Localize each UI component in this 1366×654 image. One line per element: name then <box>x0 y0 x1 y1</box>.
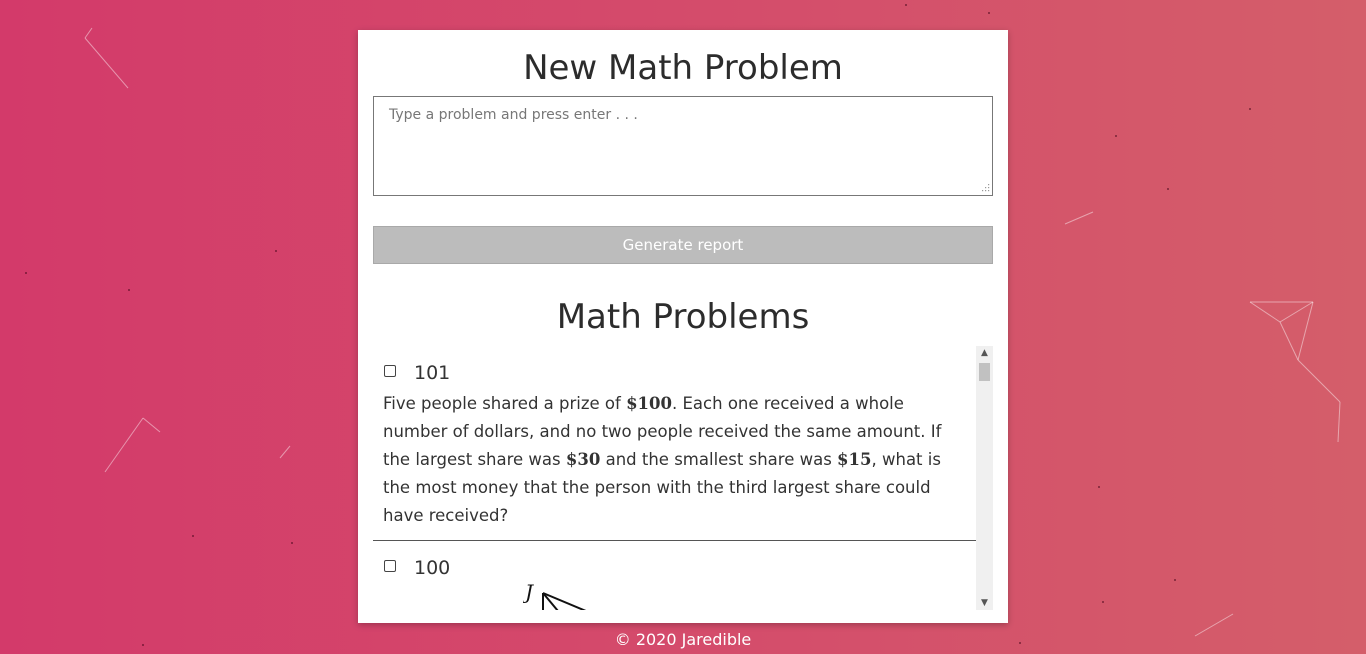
problem-list[interactable]: 101 Five people shared a prize of $100. … <box>373 346 993 610</box>
problem-input[interactable] <box>373 96 993 196</box>
list-scrollbar[interactable]: ▲ ▼ <box>976 346 993 610</box>
resize-grip-icon[interactable] <box>982 184 990 192</box>
problem-number: 101 <box>414 362 451 384</box>
problem-text-part: Five people shared a prize of <box>383 394 627 413</box>
math-expression: $30 <box>565 450 601 469</box>
problem-checkbox[interactable] <box>384 365 396 377</box>
problem-checkbox[interactable] <box>384 560 396 572</box>
footer-copyright: © 2020 Jaredible <box>614 630 752 649</box>
math-expression: $15 <box>837 450 872 469</box>
editor-title: New Math Problem <box>523 48 843 88</box>
problem-number: 100 <box>414 557 451 579</box>
figure-label-j: J <box>523 581 534 604</box>
list-item: 101 Five people shared a prize of $100. … <box>373 346 976 541</box>
problem-text-part: and the smallest share was <box>600 450 838 469</box>
math-expression: $100 <box>626 394 673 413</box>
scroll-down-icon[interactable]: ▼ <box>976 596 993 610</box>
problem-text: Five people shared a prize of $100. Each… <box>383 390 973 530</box>
list-item: 100 J <box>373 541 976 610</box>
scroll-up-icon[interactable]: ▲ <box>976 346 993 360</box>
geometry-figure: J <box>523 581 587 610</box>
generate-report-button[interactable]: Generate report <box>373 226 993 264</box>
problems-title: Math Problems <box>556 297 810 337</box>
main-card: New Math Problem Generate report Math Pr… <box>358 30 1008 623</box>
scroll-thumb[interactable] <box>979 363 990 381</box>
